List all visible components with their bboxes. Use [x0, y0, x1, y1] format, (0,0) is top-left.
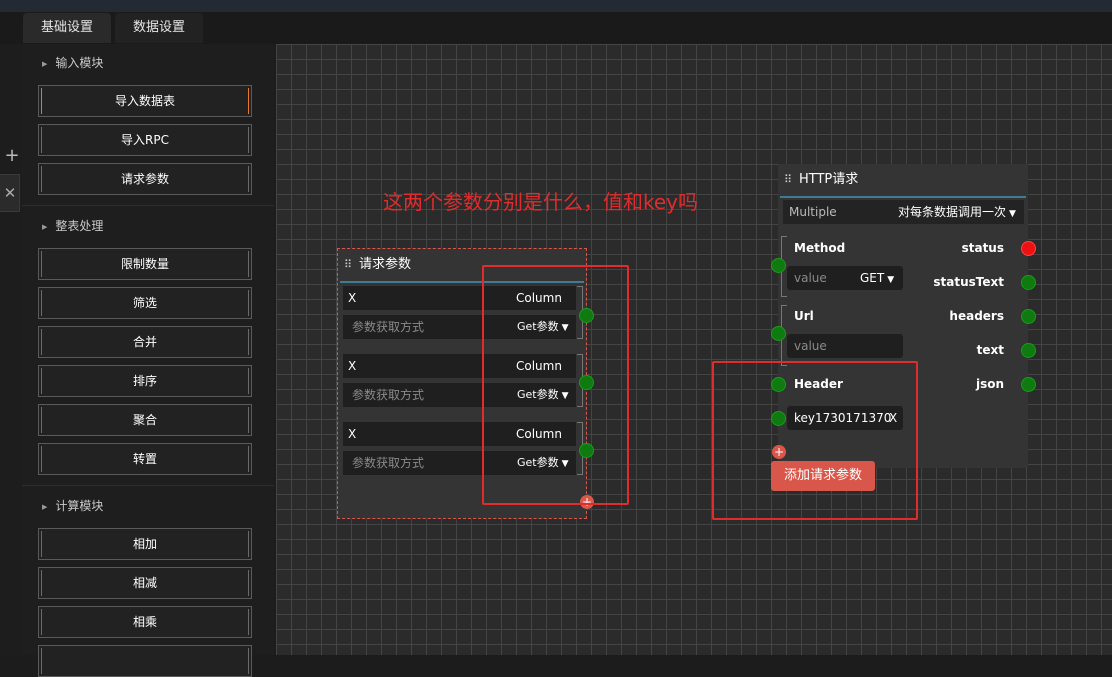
- chevron-down-icon: ▼: [1009, 209, 1016, 219]
- node-title[interactable]: ⠿ HTTP请求: [778, 164, 1028, 196]
- input-port[interactable]: [771, 326, 786, 341]
- drag-handle-icon[interactable]: ⠿: [344, 249, 354, 281]
- module-multiply[interactable]: 相乘: [38, 606, 252, 638]
- tab-basic-settings[interactable]: 基础设置: [23, 13, 111, 43]
- output-port-status[interactable]: [1021, 241, 1036, 256]
- output-text-label: text: [976, 343, 1004, 357]
- divider: [22, 485, 274, 486]
- method-placeholder: value: [794, 271, 827, 285]
- output-status-label: status: [961, 241, 1004, 255]
- param-method-placeholder[interactable]: 参数获取方式: [352, 383, 424, 407]
- output-headers-label: headers: [949, 309, 1004, 323]
- output-port-text[interactable]: [1021, 343, 1036, 358]
- annotation-question: 这两个参数分别是什么，值和key吗: [383, 190, 699, 214]
- param-method-placeholder[interactable]: 参数获取方式: [352, 315, 424, 339]
- section-table-processing[interactable]: ▶ 整表处理: [22, 211, 272, 241]
- module-subtract[interactable]: 相减: [38, 567, 252, 599]
- param-name[interactable]: X: [348, 286, 356, 310]
- mode-value[interactable]: 对每条数据调用一次 ▼: [898, 200, 1016, 226]
- module-import-table[interactable]: 导入数据表: [38, 85, 252, 117]
- url-placeholder: value: [794, 339, 827, 353]
- url-label: Url: [794, 309, 814, 323]
- module-merge[interactable]: 合并: [38, 326, 252, 358]
- plus-icon[interactable]: +: [4, 146, 20, 166]
- close-icon: ✕: [3, 184, 17, 202]
- drag-handle-icon[interactable]: ⠿: [784, 164, 794, 196]
- output-port-json[interactable]: [1021, 377, 1036, 392]
- method-label: Method: [794, 241, 846, 255]
- tab-data-settings[interactable]: 数据设置: [115, 13, 203, 43]
- annotation-box-header: [712, 361, 918, 520]
- param-name[interactable]: X: [348, 354, 356, 378]
- chevron-down-icon: ▼: [887, 275, 895, 285]
- module-transpose[interactable]: 转置: [38, 443, 252, 475]
- left-strip: [0, 44, 22, 655]
- close-panel-button[interactable]: ✕: [0, 174, 20, 212]
- output-port-headers[interactable]: [1021, 309, 1036, 324]
- module-next[interactable]: [38, 645, 252, 677]
- caret-right-icon: ▶: [42, 502, 48, 511]
- divider: [22, 205, 274, 206]
- module-request-params[interactable]: 请求参数: [38, 163, 252, 195]
- output-port-statustext[interactable]: [1021, 275, 1036, 290]
- module-import-rpc[interactable]: 导入RPC: [38, 124, 252, 156]
- caret-right-icon: ▶: [42, 222, 48, 231]
- param-name[interactable]: X: [348, 422, 356, 446]
- title-underline: [780, 196, 1026, 198]
- input-port[interactable]: [771, 258, 786, 273]
- module-filter[interactable]: 筛选: [38, 287, 252, 319]
- output-json-label: json: [975, 377, 1004, 391]
- module-add[interactable]: 相加: [38, 528, 252, 560]
- param-method-placeholder[interactable]: 参数获取方式: [352, 451, 424, 475]
- section-input-modules[interactable]: ▶ 输入模块: [22, 48, 272, 78]
- output-statustext-label: statusText: [933, 275, 1004, 289]
- caret-right-icon: ▶: [42, 59, 48, 68]
- module-limit[interactable]: 限制数量: [38, 248, 252, 280]
- module-sort[interactable]: 排序: [38, 365, 252, 397]
- method-select[interactable]: GET ▼: [860, 266, 894, 292]
- annotation-box-params: [482, 265, 629, 505]
- top-bar: [0, 0, 1112, 12]
- section-compute-modules[interactable]: ▶ 计算模块: [22, 491, 272, 521]
- module-aggregate[interactable]: 聚合: [38, 404, 252, 436]
- mode-label: Multiple: [789, 205, 837, 219]
